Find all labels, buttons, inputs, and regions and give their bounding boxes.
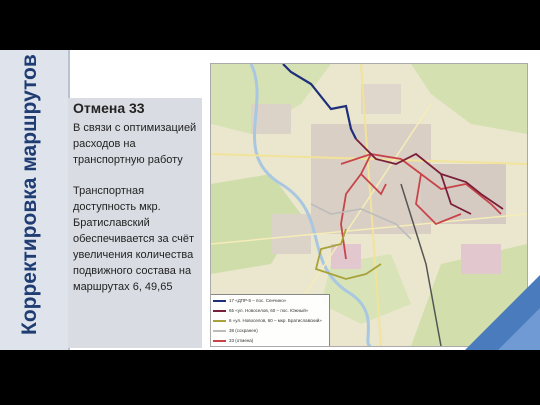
map-legend: 17 «ДПР-5 – пос. Сенчино» 65 «ул. Новосе… [211, 294, 330, 346]
legend-swatch [213, 310, 226, 312]
legend-swatch [213, 340, 226, 342]
legend-swatch [213, 320, 226, 322]
legend-item: 33 (отмена) [213, 337, 328, 345]
legend-item: 38 (сохранен) [213, 327, 328, 335]
legend-swatch [213, 300, 226, 302]
slide: Корректировка маршрутов Отмена 33 В связ… [0, 50, 540, 350]
legend-label: 17 «ДПР-5 – пос. Сенчино» [229, 298, 287, 303]
legend-label: 33 (отмена) [229, 338, 254, 343]
legend-item: 6 «ул. Новоселов, 60 – мкр. Братиславски… [213, 317, 328, 325]
legend-item: 17 «ДПР-5 – пос. Сенчино» [213, 297, 328, 305]
slide-title: Корректировка маршрутов [18, 54, 41, 335]
panel-paragraph-1: В связи с оптимизацией расходов на транс… [73, 122, 197, 166]
corner-decoration-inner [498, 308, 540, 350]
legend-label: 38 (сохранен) [229, 328, 258, 333]
legend-label: 6 «ул. Новоселов, 60 – мкр. Братиславски… [229, 318, 322, 323]
panel-heading: Отмена 33 [73, 100, 145, 116]
legend-item: 65 «ул. Новоселов, 60 – пос. Южный» [213, 307, 328, 315]
legend-label: 65 «ул. Новоселов, 60 – пос. Южный» [229, 308, 309, 313]
legend-swatch [213, 330, 226, 332]
panel-paragraph-2: Транспортная доступность мкр. Братиславс… [73, 185, 194, 293]
info-panel: Отмена 33 В связи с оптимизацией расходо… [68, 98, 202, 348]
